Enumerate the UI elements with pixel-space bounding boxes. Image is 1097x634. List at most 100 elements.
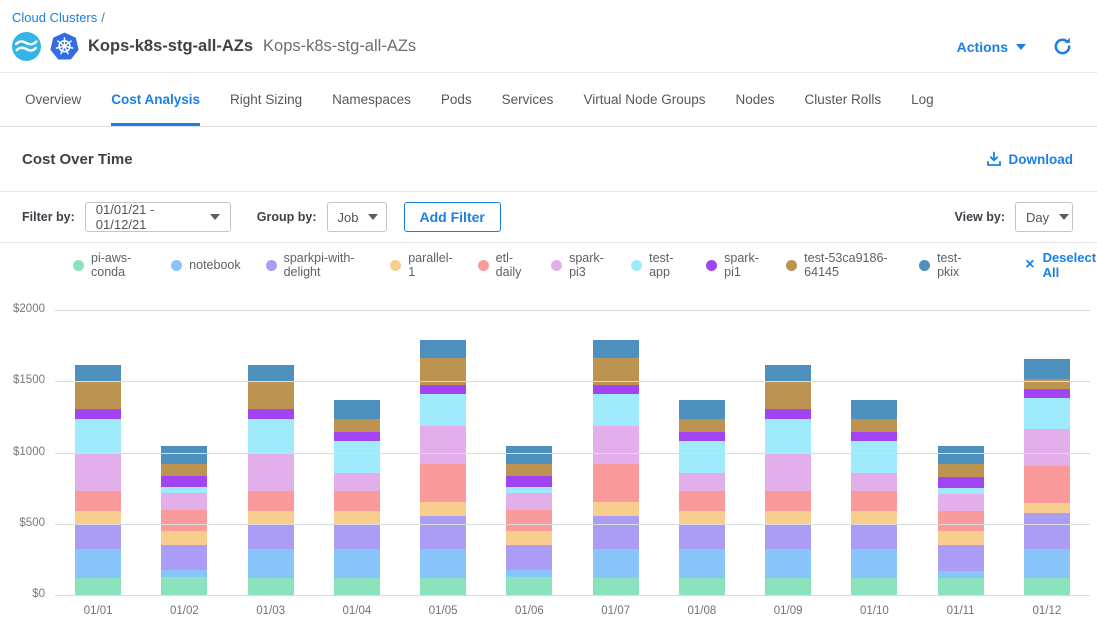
bar-segment-test-app[interactable]: [420, 394, 466, 425]
bar-segment-notebook[interactable]: [334, 549, 380, 578]
bar-segment-parallel-1[interactable]: [593, 502, 639, 516]
stacked-bar-01/05[interactable]: [420, 340, 466, 596]
bar-segment-spark-pi3[interactable]: [248, 454, 294, 492]
bar-segment-etl-daily[interactable]: [593, 464, 639, 502]
date-range-select[interactable]: 01/01/21 - 01/12/21: [85, 202, 231, 232]
bar-segment-pi-aws-conda[interactable]: [938, 578, 984, 596]
bar-segment-spark-pi1[interactable]: [765, 409, 811, 419]
bar-segment-spark-pi1[interactable]: [75, 409, 121, 419]
bar-segment-notebook[interactable]: [75, 549, 121, 578]
bar-segment-test-pkix[interactable]: [593, 340, 639, 359]
bar-segment-test-pkix[interactable]: [851, 400, 897, 419]
bar-segment-sparkpi-with-delight[interactable]: [938, 545, 984, 571]
tab-log[interactable]: Log: [911, 73, 934, 126]
stacked-bar-01/08[interactable]: [679, 400, 725, 596]
bar-segment-sparkpi-with-delight[interactable]: [506, 545, 552, 570]
bar-segment-test-app[interactable]: [248, 419, 294, 453]
bar-segment-test-pkix[interactable]: [679, 400, 725, 419]
bar-segment-spark-pi3[interactable]: [506, 493, 552, 509]
bar-segment-sparkpi-with-delight[interactable]: [1024, 513, 1070, 549]
stacked-bar-01/10[interactable]: [851, 400, 897, 596]
bar-segment-test-pkix[interactable]: [765, 365, 811, 383]
bar-segment-test-app[interactable]: [593, 394, 639, 425]
bar-segment-sparkpi-with-delight[interactable]: [593, 516, 639, 549]
bar-segment-etl-daily[interactable]: [506, 510, 552, 531]
bar-segment-parallel-1[interactable]: [334, 511, 380, 525]
bar-segment-spark-pi1[interactable]: [334, 432, 380, 441]
bar-segment-test-pkix[interactable]: [161, 446, 207, 464]
bar-segment-test-app[interactable]: [75, 419, 121, 453]
bar-segment-test-pkix[interactable]: [248, 365, 294, 383]
bar-segment-test-pkix[interactable]: [506, 446, 552, 464]
stacked-bar-01/09[interactable]: [765, 365, 811, 597]
legend-item-spark-pi1[interactable]: spark-pi1: [706, 251, 761, 279]
stacked-bar-01/03[interactable]: [248, 365, 294, 597]
bar-segment-spark-pi1[interactable]: [506, 476, 552, 487]
breadcrumb-link-cloud-clusters[interactable]: Cloud Clusters: [12, 10, 97, 25]
bar-segment-notebook[interactable]: [161, 570, 207, 577]
tab-right-sizing[interactable]: Right Sizing: [230, 73, 302, 126]
bar-segment-pi-aws-conda[interactable]: [765, 578, 811, 596]
bar-segment-spark-pi3[interactable]: [765, 454, 811, 492]
bar-segment-parallel-1[interactable]: [506, 531, 552, 545]
legend-item-test-pkix[interactable]: test-pkix: [919, 251, 970, 279]
legend-item-test-53ca9186-64145[interactable]: test-53ca9186-64145: [786, 251, 894, 279]
add-filter-button[interactable]: Add Filter: [404, 202, 501, 232]
stacked-bar-01/04[interactable]: [334, 400, 380, 596]
bar-segment-pi-aws-conda[interactable]: [75, 578, 121, 596]
deselect-all-button[interactable]: × Deselect All: [1025, 250, 1097, 280]
bar-segment-test-app[interactable]: [1024, 398, 1070, 429]
bar-segment-parallel-1[interactable]: [851, 511, 897, 525]
bar-segment-test-53ca9186-64145[interactable]: [679, 419, 725, 433]
bar-segment-etl-daily[interactable]: [161, 510, 207, 531]
bar-segment-notebook[interactable]: [420, 549, 466, 578]
bar-segment-test-app[interactable]: [851, 441, 897, 472]
bar-segment-test-pkix[interactable]: [75, 365, 121, 383]
bar-segment-spark-pi1[interactable]: [161, 476, 207, 487]
bar-segment-sparkpi-with-delight[interactable]: [765, 524, 811, 549]
bar-segment-sparkpi-with-delight[interactable]: [851, 524, 897, 549]
bar-segment-test-app[interactable]: [679, 441, 725, 472]
bar-segment-etl-daily[interactable]: [679, 491, 725, 510]
bar-segment-notebook[interactable]: [1024, 549, 1070, 578]
stacked-bar-01/12[interactable]: [1024, 359, 1070, 596]
bar-segment-sparkpi-with-delight[interactable]: [334, 524, 380, 549]
legend-item-etl-daily[interactable]: etl-daily: [478, 251, 526, 279]
stacked-bar-01/06[interactable]: [506, 446, 552, 596]
bar-segment-test-pkix[interactable]: [938, 446, 984, 464]
legend-item-test-app[interactable]: test-app: [631, 251, 681, 279]
bar-segment-test-pkix[interactable]: [1024, 359, 1070, 380]
legend-item-spark-pi3[interactable]: spark-pi3: [551, 251, 606, 279]
bar-segment-spark-pi3[interactable]: [1024, 429, 1070, 467]
bar-segment-etl-daily[interactable]: [334, 491, 380, 510]
bar-segment-test-53ca9186-64145[interactable]: [248, 382, 294, 409]
bar-segment-pi-aws-conda[interactable]: [248, 578, 294, 596]
tab-services[interactable]: Services: [502, 73, 554, 126]
bar-segment-spark-pi1[interactable]: [938, 477, 984, 488]
bar-segment-test-53ca9186-64145[interactable]: [765, 382, 811, 409]
tab-cost-analysis[interactable]: Cost Analysis: [111, 73, 200, 126]
bar-segment-notebook[interactable]: [593, 549, 639, 578]
bar-segment-parallel-1[interactable]: [938, 531, 984, 545]
tab-nodes[interactable]: Nodes: [736, 73, 775, 126]
stacked-bar-01/11[interactable]: [938, 446, 984, 596]
bar-segment-spark-pi1[interactable]: [420, 385, 466, 394]
bar-segment-notebook[interactable]: [765, 549, 811, 578]
view-by-select[interactable]: Day: [1015, 202, 1073, 232]
bar-segment-etl-daily[interactable]: [420, 464, 466, 502]
bar-segment-test-53ca9186-64145[interactable]: [334, 419, 380, 433]
bar-segment-test-app[interactable]: [334, 441, 380, 472]
bar-segment-pi-aws-conda[interactable]: [334, 578, 380, 596]
stacked-bar-01/01[interactable]: [75, 365, 121, 597]
bar-segment-parallel-1[interactable]: [248, 511, 294, 525]
bar-segment-test-53ca9186-64145[interactable]: [506, 464, 552, 477]
bar-segment-etl-daily[interactable]: [851, 491, 897, 510]
bar-segment-etl-daily[interactable]: [248, 491, 294, 510]
tab-pods[interactable]: Pods: [441, 73, 472, 126]
bar-segment-pi-aws-conda[interactable]: [506, 577, 552, 596]
bar-segment-test-pkix[interactable]: [334, 400, 380, 419]
bar-segment-test-53ca9186-64145[interactable]: [938, 464, 984, 477]
bar-segment-spark-pi3[interactable]: [593, 426, 639, 464]
bar-segment-spark-pi3[interactable]: [851, 473, 897, 492]
bar-segment-spark-pi1[interactable]: [1024, 389, 1070, 398]
